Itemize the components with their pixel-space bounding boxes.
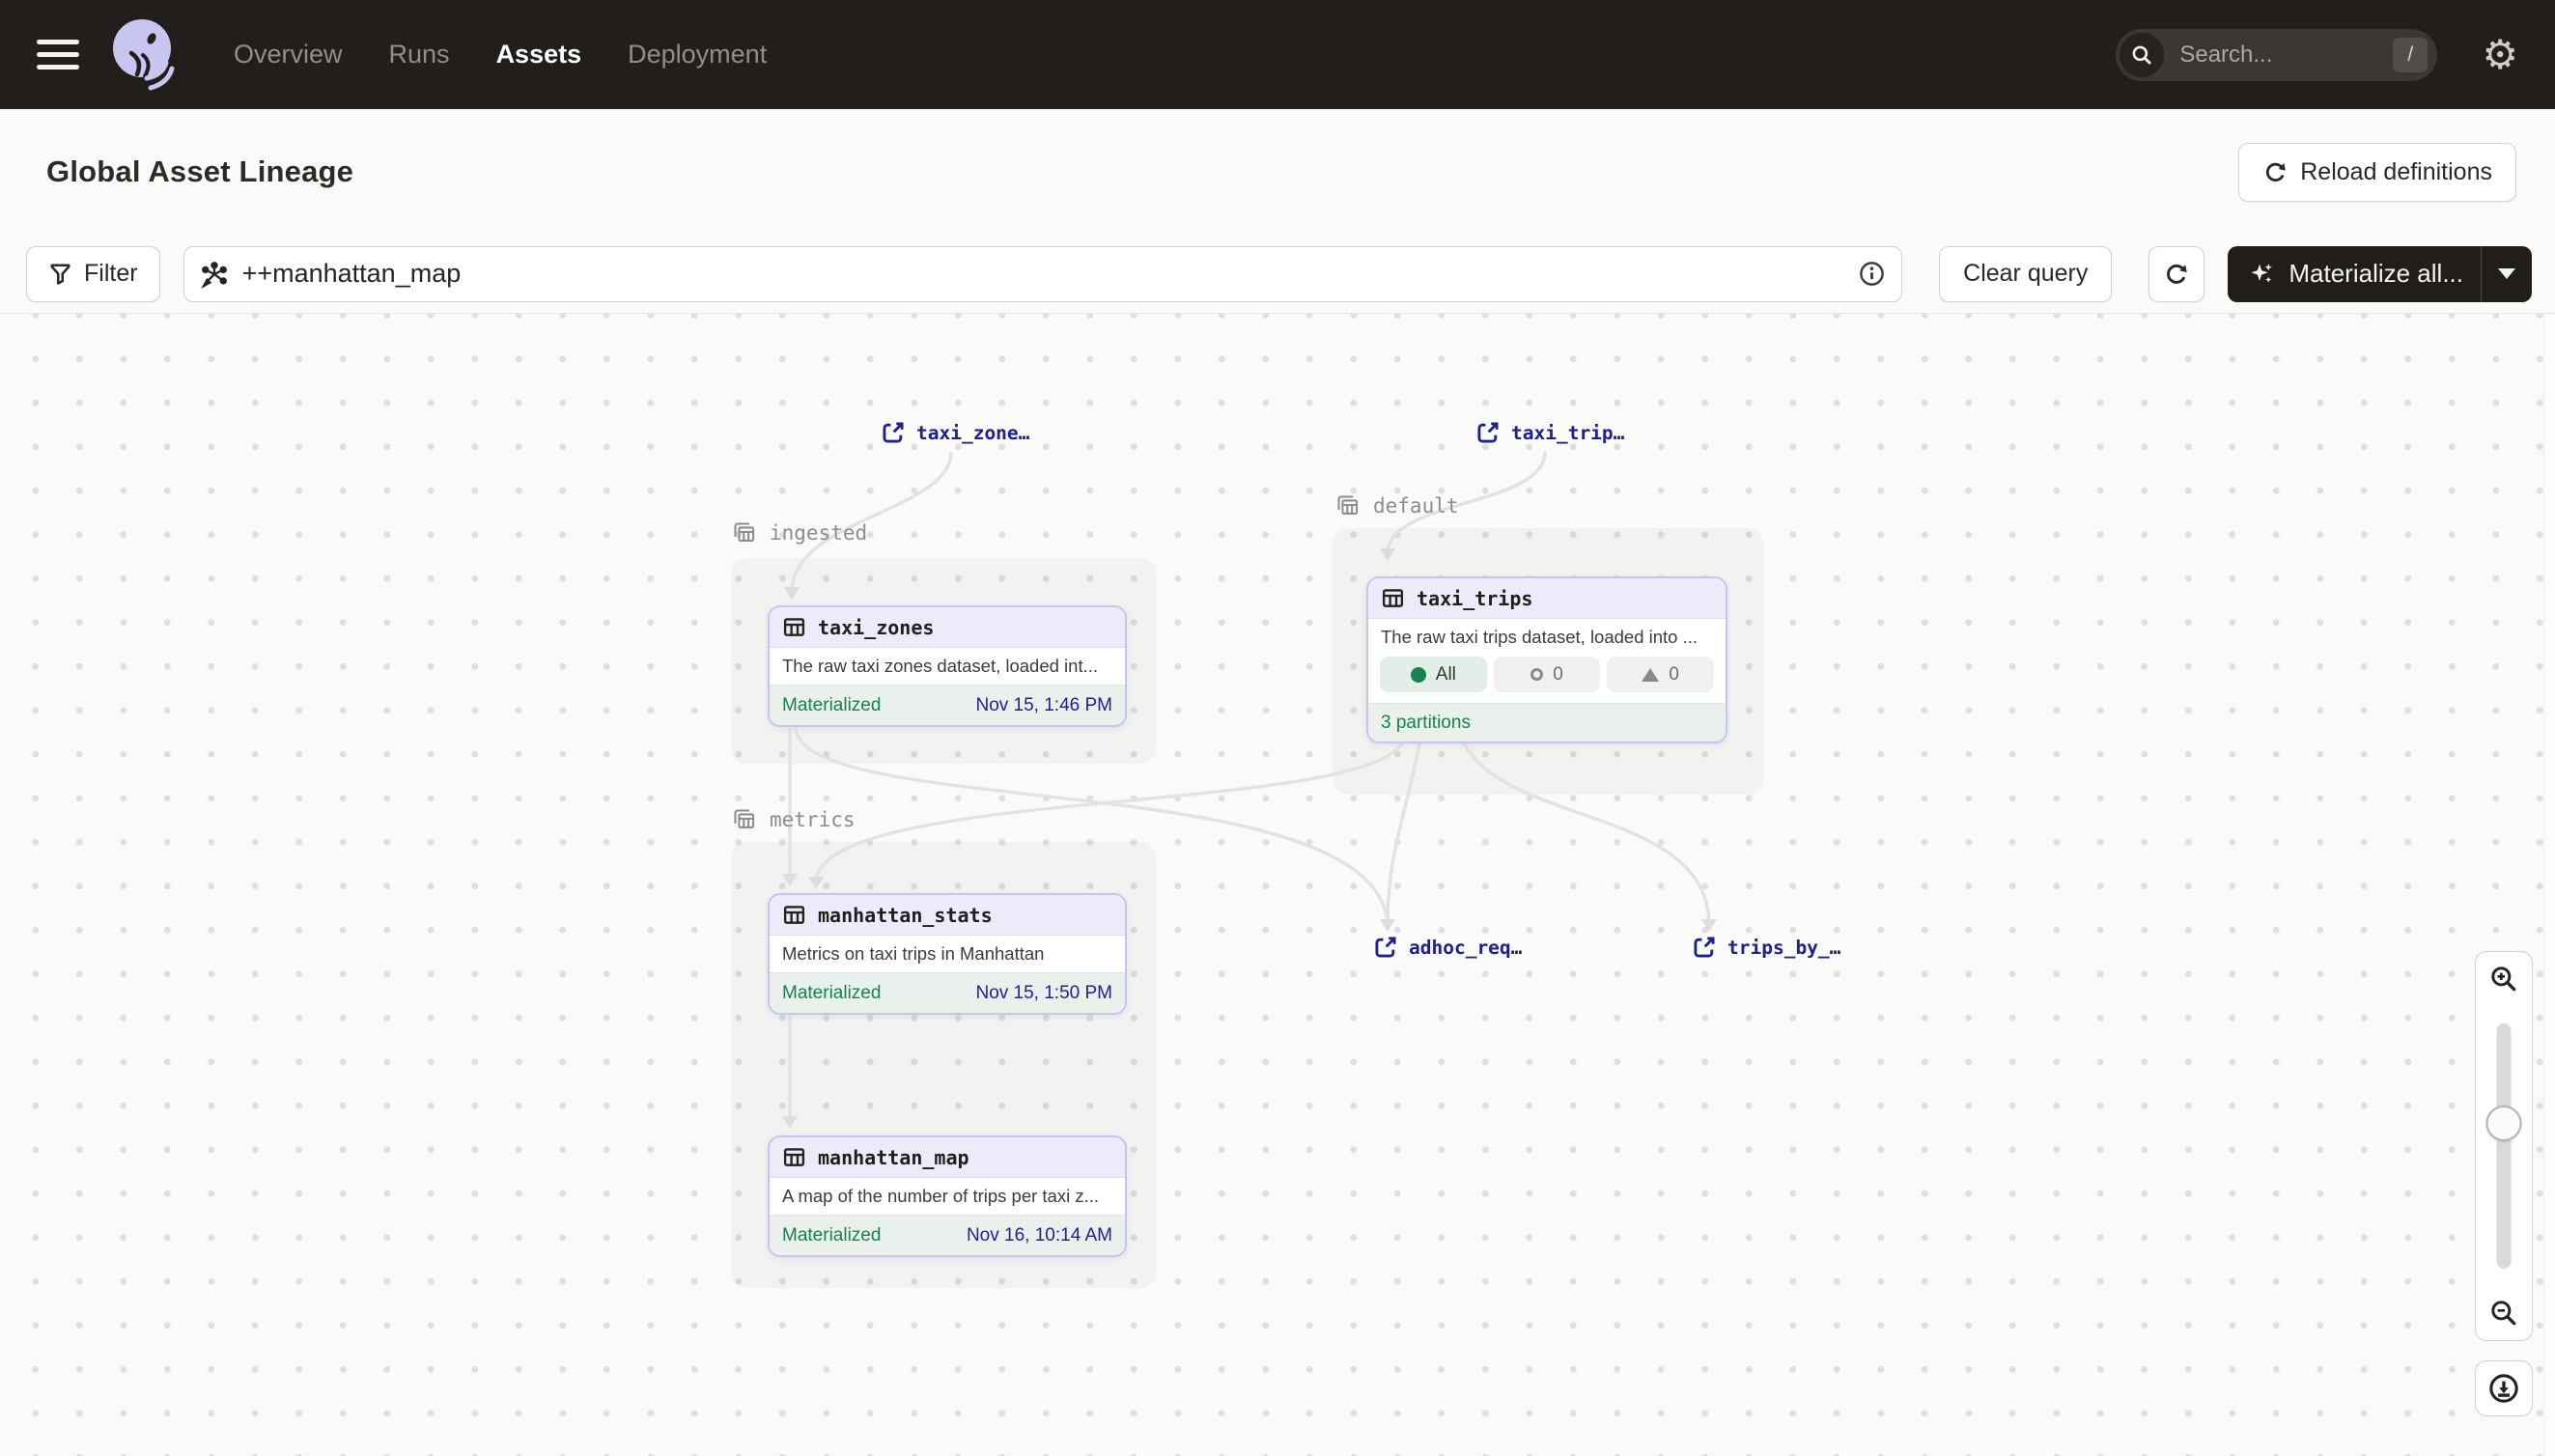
funnel-icon — [48, 262, 72, 286]
op-graph-icon — [200, 260, 229, 289]
asset-description: The raw taxi zones dataset, loaded int..… — [770, 648, 1125, 685]
nav-runs[interactable]: Runs — [389, 40, 450, 70]
lineage-edges — [0, 314, 2555, 1456]
group-label-metrics[interactable]: metrics — [731, 806, 856, 832]
asset-node-header: manhattan_map — [770, 1137, 1125, 1178]
query-input[interactable] — [242, 259, 1859, 289]
partitions-count-footer[interactable]: 3 partitions — [1368, 703, 1726, 742]
sparkle-icon — [2249, 261, 2275, 287]
group-label-ingested[interactable]: ingested — [731, 519, 867, 546]
menu-icon[interactable] — [37, 32, 79, 77]
primary-nav: Overview Runs Assets Deployment — [234, 40, 767, 70]
partitions-failed-pill[interactable]: 0 — [1607, 657, 1714, 692]
materialization-timestamp[interactable]: Nov 15, 1:50 PM — [975, 983, 1112, 1004]
asset-status-footer: Materialized Nov 15, 1:46 PM — [770, 685, 1125, 725]
asset-node-header: taxi_zones — [770, 607, 1125, 648]
download-image-button[interactable] — [2475, 1360, 2533, 1416]
materialize-all-split-button: Materialize all... — [2228, 246, 2532, 302]
zoom-slider-handle[interactable] — [2486, 1106, 2522, 1141]
refresh-icon — [2262, 159, 2288, 185]
failed-triangle-icon — [1642, 668, 1659, 682]
nav-assets[interactable]: Assets — [496, 40, 582, 70]
external-asset-adhoc-request[interactable]: adhoc_req… — [1373, 935, 1522, 960]
materialization-timestamp[interactable]: Nov 16, 10:14 AM — [967, 1225, 1112, 1246]
zoom-in-button[interactable] — [2475, 951, 2533, 1007]
octopus-logo-icon — [106, 14, 182, 96]
dagster-logo[interactable] — [106, 14, 182, 96]
materialize-all-button[interactable]: Materialize all... — [2228, 246, 2481, 302]
partitions-all-pill[interactable]: All — [1380, 657, 1487, 692]
asset-description: A map of the number of trips per taxi z.… — [770, 1178, 1125, 1215]
status-badge: Materialized — [782, 695, 881, 716]
search-input[interactable] — [2179, 42, 2393, 69]
table-stack-icon — [1334, 492, 1361, 518]
nav-deployment[interactable]: Deployment — [628, 40, 767, 70]
table-icon — [782, 615, 806, 639]
refresh-icon — [2163, 261, 2190, 288]
chevron-down-icon — [2498, 268, 2515, 279]
asset-node-taxi-trips[interactable]: taxi_trips The raw taxi trips dataset, l… — [1366, 576, 1727, 743]
external-link-icon — [1692, 935, 1717, 960]
partitions-missing-pill[interactable]: 0 — [1494, 657, 1601, 692]
filter-button[interactable]: Filter — [26, 246, 160, 302]
search-icon — [2120, 33, 2164, 77]
asset-description: Metrics on taxi trips in Manhattan — [770, 936, 1125, 972]
external-link-icon — [1373, 935, 1398, 960]
zoom-slider[interactable] — [2475, 1006, 2533, 1286]
asset-status-footer: Materialized Nov 16, 10:14 AM — [770, 1215, 1125, 1255]
asset-node-taxi-zones[interactable]: taxi_zones The raw taxi zones dataset, l… — [768, 605, 1127, 727]
page-title: Global Asset Lineage — [46, 154, 353, 189]
asset-name: manhattan_map — [818, 1146, 969, 1169]
asset-node-header: taxi_trips — [1368, 578, 1726, 619]
materialization-timestamp[interactable]: Nov 15, 1:46 PM — [975, 695, 1112, 716]
materialized-dot-icon — [1411, 667, 1426, 683]
keyboard-shortcut-badge: / — [2393, 38, 2428, 72]
info-icon[interactable] — [1858, 260, 1886, 288]
top-navigation-bar: Overview Runs Assets Deployment / ⚙ — [0, 0, 2555, 109]
external-asset-trips-by[interactable]: trips_by_… — [1692, 935, 1840, 960]
asset-node-manhattan-map[interactable]: manhattan_map A map of the number of tri… — [768, 1135, 1127, 1257]
table-stack-icon — [731, 519, 757, 546]
status-badge: Materialized — [782, 1225, 881, 1246]
page-header: Global Asset Lineage Reload definitions — [0, 109, 2555, 235]
zoom-controls — [2475, 951, 2533, 1416]
scrollbar-gutter[interactable] — [2543, 314, 2555, 1456]
asset-lineage-canvas[interactable]: ingested default metrics taxi_zone… — [0, 314, 2555, 1456]
asset-node-manhattan-stats[interactable]: manhattan_stats Metrics on taxi trips in… — [768, 893, 1127, 1015]
missing-ring-icon — [1530, 668, 1543, 681]
partition-health-pills: All 0 0 — [1368, 656, 1726, 703]
asset-name: taxi_trips — [1417, 587, 1532, 610]
refresh-query-button[interactable] — [2148, 246, 2204, 302]
materialize-dropdown-caret[interactable] — [2482, 246, 2532, 302]
reload-definitions-button[interactable]: Reload definitions — [2238, 143, 2516, 202]
zoom-in-icon — [2488, 964, 2519, 994]
external-asset-taxi-zone[interactable]: taxi_zone… — [881, 420, 1029, 445]
zoom-slider-track[interactable] — [2497, 1023, 2512, 1269]
download-icon — [2487, 1372, 2520, 1405]
settings-gear-icon[interactable]: ⚙ — [2482, 35, 2518, 75]
topbar-right-cluster: / ⚙ — [2116, 29, 2555, 81]
table-stack-icon — [731, 806, 757, 832]
asset-node-header: manhattan_stats — [770, 895, 1125, 936]
group-label-default[interactable]: default — [1334, 492, 1459, 518]
status-badge: Materialized — [782, 983, 881, 1004]
table-icon — [1381, 586, 1405, 610]
asset-description: The raw taxi trips dataset, loaded into … — [1368, 619, 1726, 656]
asset-status-footer: Materialized Nov 15, 1:50 PM — [770, 972, 1125, 1013]
global-search[interactable]: / — [2116, 29, 2437, 81]
zoom-out-button[interactable] — [2475, 1285, 2533, 1341]
asset-name: taxi_zones — [818, 616, 934, 639]
asset-selection-query[interactable] — [183, 246, 1903, 302]
table-icon — [782, 1145, 806, 1169]
table-icon — [782, 903, 806, 927]
external-link-icon — [881, 420, 906, 445]
nav-overview[interactable]: Overview — [234, 40, 343, 70]
zoom-out-icon — [2488, 1298, 2519, 1329]
clear-query-button[interactable]: Clear query — [1939, 246, 2112, 302]
lineage-toolbar: Filter Clear query — [0, 235, 2555, 314]
external-link-icon — [1475, 420, 1501, 445]
asset-name: manhattan_stats — [818, 904, 993, 927]
external-asset-taxi-trip[interactable]: taxi_trip… — [1475, 420, 1624, 445]
